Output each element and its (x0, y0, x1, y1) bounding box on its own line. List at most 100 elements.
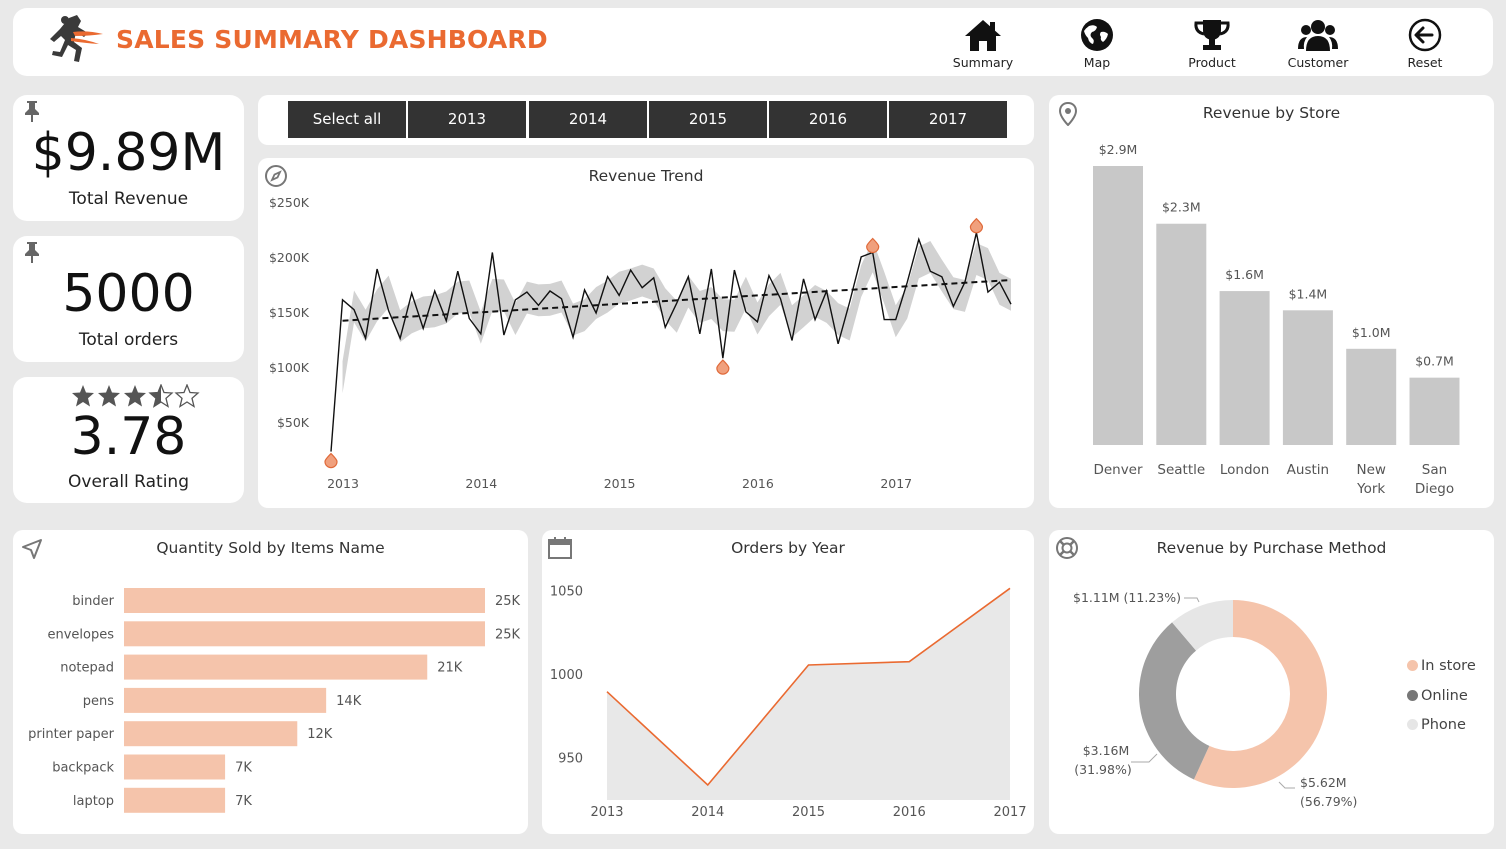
nav-customer-button[interactable]: Customer (1268, 16, 1368, 76)
y-tick-label: $200K (269, 250, 310, 265)
nav-map-button[interactable]: Map (1047, 16, 1147, 76)
nav-map-label: Map (1083, 55, 1111, 70)
kpi-revenue-value: $9.89M (31, 123, 226, 183)
store-category-label: New (1356, 462, 1385, 478)
anomaly-marker (969, 217, 984, 234)
kpi-total-orders: 5000 Total orders (13, 236, 244, 362)
slicer-year-2015-button[interactable]: 2015 (649, 101, 767, 138)
legend-phone[interactable]: Phone (1407, 717, 1466, 733)
slicer-year-2013-button[interactable]: 2013 (408, 101, 526, 138)
x-tick-label: 2017 (880, 476, 912, 491)
in-store-value-label: $5.62M (1300, 775, 1347, 790)
item-value-label: 14K (336, 694, 362, 709)
quantity-by-item-chart: binder 25K envelopes 25K notepad 21K pens 14K pr… (28, 588, 521, 813)
kpi-rating-label: Overall Rating (68, 472, 189, 492)
store-value-label: $1.6M (1225, 267, 1264, 282)
legend-dot-in-store (1407, 660, 1418, 671)
store-category-label: York (1356, 481, 1385, 497)
leader-line (1184, 597, 1200, 603)
x-tick-label: 2013 (590, 805, 623, 820)
item-bar (124, 621, 485, 647)
nav-product-button[interactable]: Product (1162, 16, 1262, 76)
store-bar (1219, 291, 1270, 445)
store-bar (1282, 310, 1333, 445)
star-full-icon (98, 385, 120, 407)
store-category-label: Diego (1415, 481, 1454, 497)
star-1 (72, 385, 94, 407)
nav-summary-button[interactable]: Summary (933, 16, 1033, 76)
revenue-by-store-card: Revenue by Store $2.9M Denver $2.3M Seattle… (1049, 95, 1494, 508)
revenue-by-method-chart: $1.11M (11.23%) $3.16M (31.98%) $5.62M (56.7… (1073, 590, 1357, 809)
y-tick-label: 1050 (550, 585, 583, 600)
item-bar (124, 787, 226, 813)
orders-by-year-chart: 1050 1000 950 2013 2014 2015 2016 2017 (550, 585, 1027, 820)
kpi-overall-rating: 3.78 Overall Rating (13, 377, 244, 503)
confidence-band (342, 240, 1012, 394)
year-slicer: Select all 2013 2014 2015 2016 2017 (258, 95, 1034, 145)
item-category-label: binder (72, 594, 114, 609)
legend-dot-phone (1407, 719, 1418, 730)
online-percent-label: (31.98%) (1074, 762, 1131, 777)
dashboard-title: SALES SUMMARY DASHBOARD (116, 25, 548, 54)
runner-logo (50, 15, 103, 62)
header-bar: SALES SUMMARY DASHBOARD Summary Map Prod… (13, 8, 1493, 76)
y-tick-label: $150K (269, 305, 310, 320)
legend-online-label: Online (1421, 688, 1468, 704)
x-tick-label: 2013 (327, 476, 359, 491)
y-tick-label: 950 (558, 751, 583, 766)
store-bar (1409, 377, 1460, 445)
store-category-label: London (1220, 462, 1270, 478)
store-value-label: $1.0M (1352, 325, 1391, 340)
item-value-label: 12K (307, 727, 333, 742)
kpi-rating-value: 3.78 (70, 407, 187, 467)
star-2 (98, 385, 120, 407)
item-value-label: 7K (235, 794, 252, 809)
pin-icon (25, 101, 39, 122)
y-tick-label: $100K (269, 360, 310, 375)
legend-in-store[interactable]: In store (1407, 658, 1476, 674)
anomaly-marker (716, 359, 730, 375)
store-category-label: Seattle (1157, 462, 1205, 478)
x-tick-label: 2015 (604, 476, 636, 491)
anomaly-marker (866, 237, 880, 254)
y-tick-label: $50K (277, 415, 310, 430)
leader-line (1278, 781, 1295, 789)
store-value-label: $2.3M (1162, 200, 1201, 215)
nav-reset-label: Reset (1407, 55, 1443, 70)
store-category-label: San (1422, 462, 1447, 478)
pin-icon (25, 242, 39, 263)
legend-in-store-label: In store (1421, 658, 1476, 674)
legend-phone-label: Phone (1421, 717, 1466, 733)
nav-reset-button[interactable]: Reset (1375, 16, 1475, 76)
item-category-label: notepad (60, 661, 114, 676)
store-category-label: Austin (1287, 462, 1329, 478)
revenue-line (330, 232, 1012, 452)
item-category-label: backpack (52, 761, 114, 776)
slicer-year-2014-button[interactable]: 2014 (529, 101, 647, 138)
phone-value-label: $1.11M (11.23%) (1073, 590, 1181, 605)
slicer-select-all-button[interactable]: Select all (288, 101, 406, 138)
nav-customer-label: Customer (1287, 55, 1349, 70)
online-value-label: $3.16M (1083, 743, 1130, 758)
slicer-year-2016-button[interactable]: 2016 (769, 101, 887, 138)
item-bar (124, 588, 485, 613)
revenue-by-method-card: Revenue by Purchase Method $1.11M (11.23… (1049, 530, 1494, 834)
star-empty-icon (175, 384, 199, 408)
item-category-label: envelopes (47, 627, 114, 642)
kpi-total-revenue: $9.89M Total Revenue (13, 95, 244, 221)
item-value-label: 21K (437, 661, 463, 676)
item-bar (124, 721, 298, 747)
legend-online[interactable]: Online (1407, 688, 1468, 704)
star-4 (149, 384, 173, 408)
star-full-icon (124, 385, 146, 407)
x-tick-label: 2016 (742, 476, 774, 491)
trophy-icon (1194, 20, 1230, 50)
x-tick-label: 2017 (993, 805, 1026, 820)
item-category-label: pens (83, 694, 114, 709)
nav-product-label: Product (1188, 55, 1236, 70)
anomaly-marker (324, 452, 338, 469)
orders-by-year-card: Orders by Year 1050 1000 950 2013 2014 2015 20… (542, 530, 1034, 834)
revenue-trend-card: Revenue Trend $50K $100K $150K $200K $250K 20… (258, 158, 1034, 508)
slicer-year-2017-button[interactable]: 2017 (889, 101, 1007, 138)
back-arrow-icon (1408, 18, 1442, 52)
